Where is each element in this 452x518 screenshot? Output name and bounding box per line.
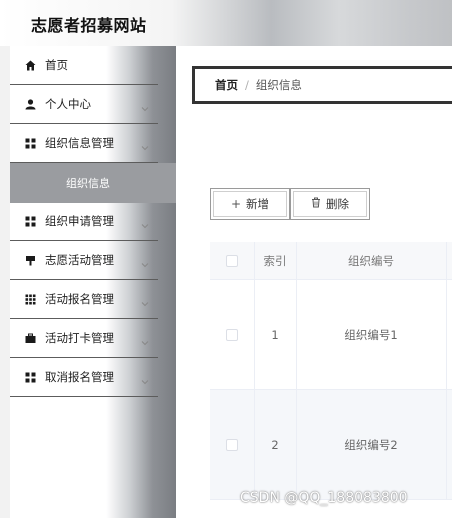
chevron-down-icon	[140, 333, 150, 346]
row-org-code: 组织编号2	[344, 438, 398, 452]
delete-button[interactable]: 删除	[290, 188, 370, 220]
app-header: 志愿者招募网站	[0, 0, 452, 46]
chevron-down-icon	[140, 216, 150, 229]
chevron-down-icon	[140, 372, 150, 385]
watermark-text: CSDN @QQ_188083800	[240, 490, 408, 506]
sidebar-item-label: 志愿活动管理	[45, 253, 114, 267]
briefcase-icon	[24, 332, 36, 344]
apps-icon	[24, 293, 36, 305]
column-divider	[296, 242, 297, 500]
breadcrumb-current: 组织信息	[255, 78, 302, 92]
sidebar-item-personal-center[interactable]: 个人中心	[10, 85, 158, 124]
site-title: 志愿者招募网站	[31, 16, 147, 35]
sidebar-item-label: 活动报名管理	[45, 292, 114, 306]
row-checkbox[interactable]	[226, 439, 238, 451]
grid-icon	[24, 215, 36, 227]
sidebar-item-label: 活动打卡管理	[45, 331, 114, 345]
grid-icon	[24, 137, 36, 149]
sidebar-subitem-org-info[interactable]: 组织信息	[10, 163, 176, 203]
column-header-org-code[interactable]: 组织编号	[296, 242, 446, 280]
home-icon	[24, 59, 36, 71]
table-header: 索引 组织编号	[210, 242, 452, 280]
delete-button-label: 删除	[326, 197, 349, 211]
flag-icon	[24, 254, 36, 266]
row-checkbox[interactable]	[226, 329, 238, 341]
sidebar-item-cancel-signup-management[interactable]: 取消报名管理	[10, 358, 158, 397]
sidebar-item-org-application-management[interactable]: 组织申请管理	[10, 202, 158, 241]
row-index: 2	[271, 438, 279, 452]
sidebar-item-volunteer-activity-management[interactable]: 志愿活动管理	[10, 241, 158, 280]
sidebar-item-activity-signup-management[interactable]: 活动报名管理	[10, 280, 158, 319]
column-header-index[interactable]: 索引	[254, 242, 296, 280]
sidebar-subitem-label: 组织信息	[66, 177, 110, 190]
add-button-label: 新增	[246, 197, 270, 211]
sidebar-item-label: 首页	[45, 58, 68, 72]
column-divider	[446, 242, 447, 500]
add-button[interactable]: + 新增	[210, 188, 290, 220]
select-all-checkbox[interactable]	[226, 255, 238, 267]
add-button-inner: + 新增	[213, 191, 287, 217]
select-all-cell	[210, 242, 254, 280]
sidebar-item-label: 组织申请管理	[45, 214, 114, 228]
sidebar-item-activity-checkin-management[interactable]: 活动打卡管理	[10, 319, 158, 358]
sidebar-item-label: 取消报名管理	[45, 370, 114, 384]
table-row: 2 组织编号2	[210, 390, 452, 500]
chevron-down-icon	[140, 99, 150, 112]
trash-icon	[311, 197, 321, 211]
row-select-cell	[210, 280, 254, 390]
column-divider	[254, 242, 255, 500]
page-background-strip	[0, 46, 10, 518]
chevron-down-icon	[140, 255, 150, 268]
sidebar-item-label: 组织信息管理	[45, 136, 114, 150]
breadcrumb-home-link[interactable]: 首页	[215, 77, 238, 93]
sidebar-menu: 首页 个人中心 组织信息管理 组织信息 组织申请管理 志愿活动管理 活动报名管理…	[10, 46, 176, 518]
plus-icon: +	[230, 197, 242, 211]
sidebar-item-org-info-management[interactable]: 组织信息管理	[10, 124, 158, 163]
sidebar-item-home[interactable]: 首页	[10, 46, 158, 85]
main-content: 首页 / 组织信息 + 新增 删除 索引 组织编号 1 组织编号1 2 组织编号…	[176, 46, 452, 518]
row-select-cell	[210, 390, 254, 500]
breadcrumb-separator: /	[245, 78, 249, 92]
grid-icon	[24, 371, 36, 383]
chevron-down-icon	[140, 138, 150, 151]
table-row: 1 组织编号1	[210, 280, 452, 390]
user-icon	[24, 98, 36, 110]
delete-button-inner: 删除	[293, 191, 367, 217]
chevron-down-icon	[140, 294, 150, 307]
sidebar-item-label: 个人中心	[45, 97, 91, 111]
row-org-code: 组织编号1	[344, 328, 398, 342]
row-index: 1	[271, 328, 279, 342]
data-table: 索引 组织编号 1 组织编号1 2 组织编号2	[210, 242, 452, 518]
breadcrumb: 首页 / 组织信息	[192, 66, 452, 104]
